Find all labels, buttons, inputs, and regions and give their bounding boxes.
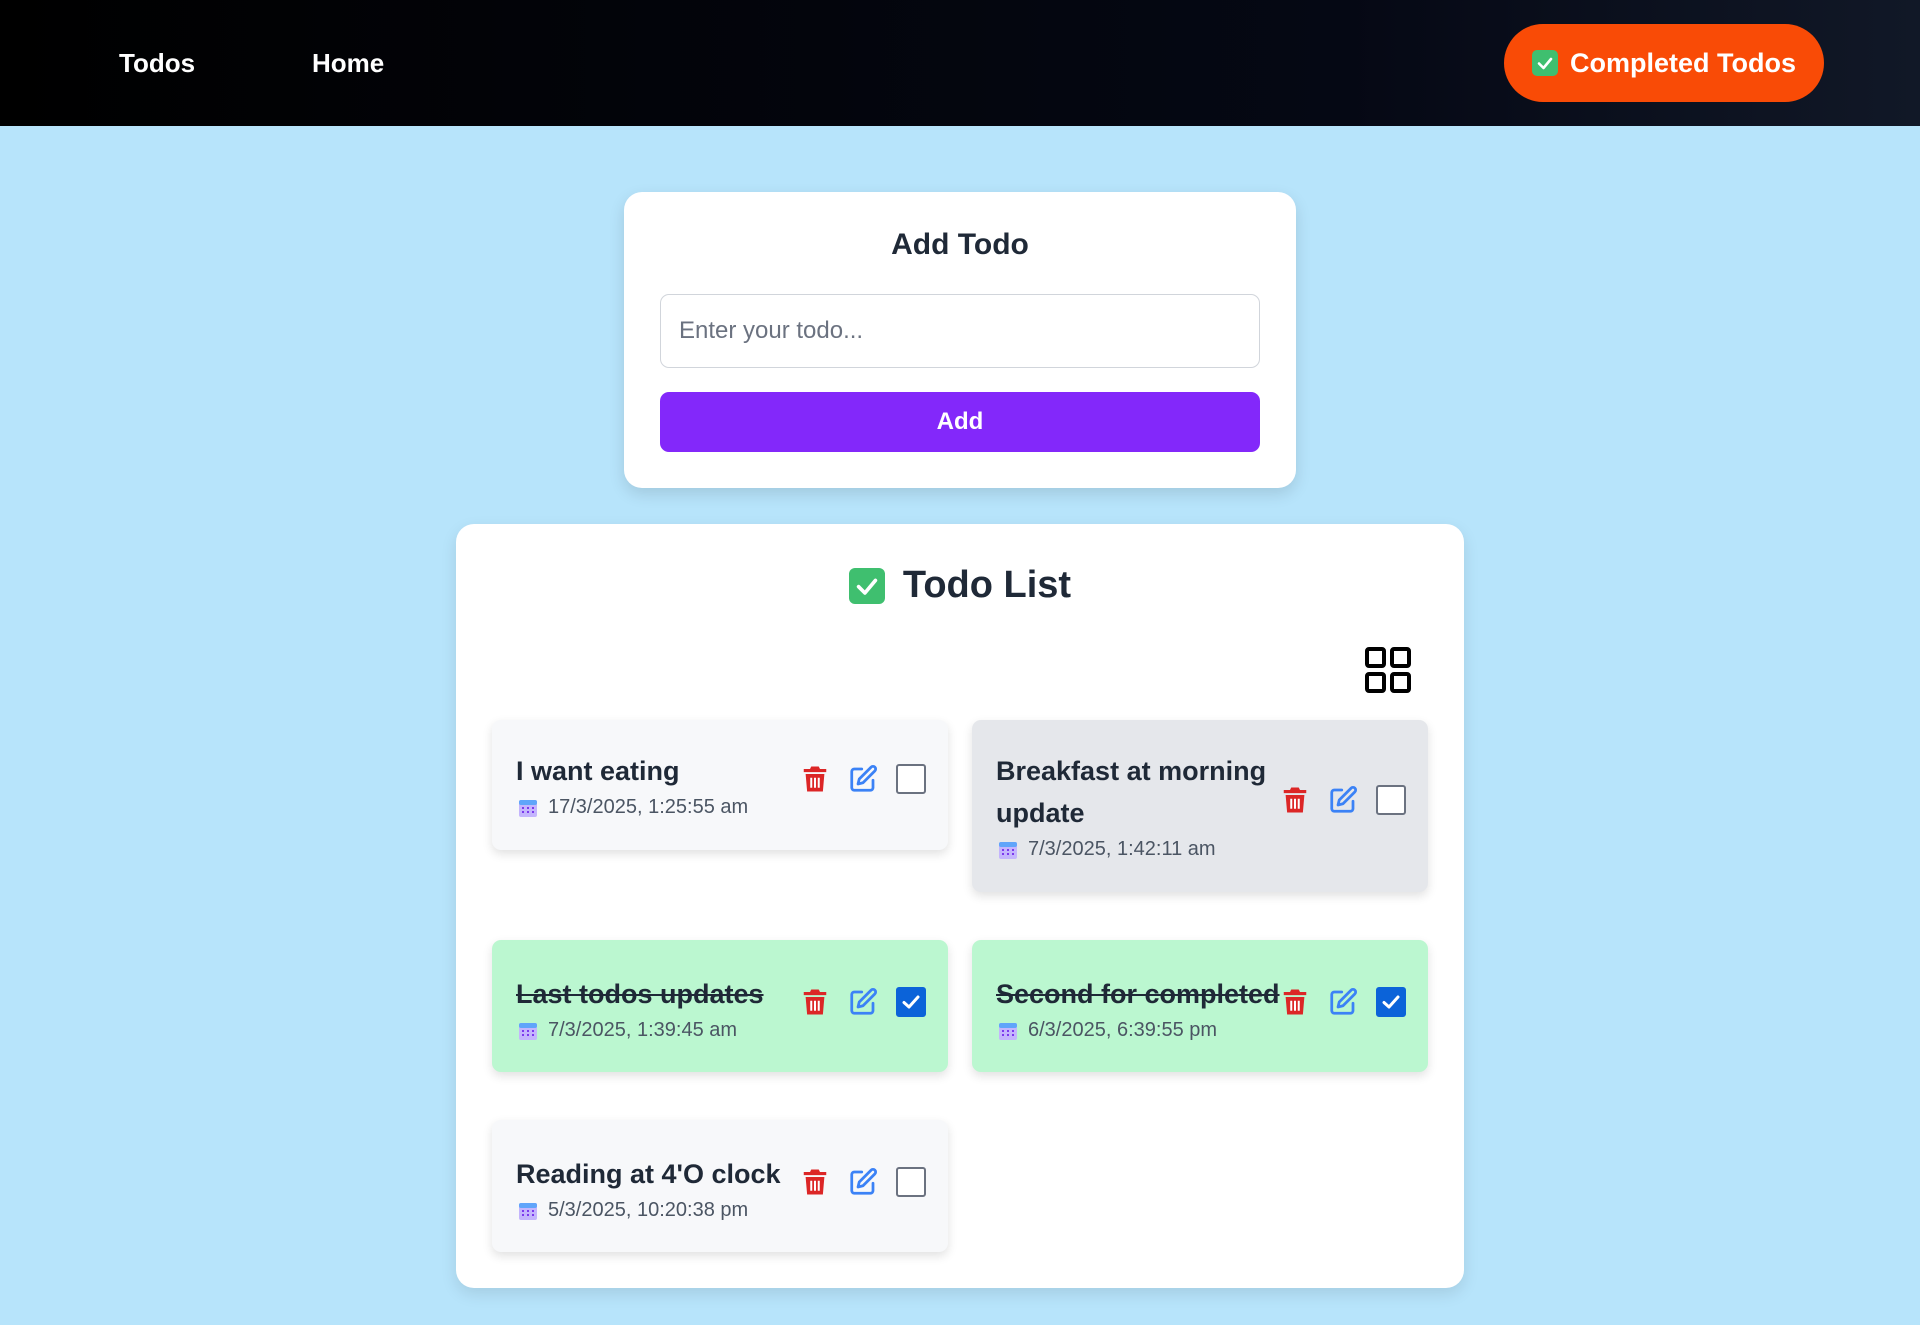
todo-date: 6/3/2025, 6:39:55 pm — [998, 1019, 1217, 1042]
calendar-icon — [519, 1202, 537, 1220]
checkmark-icon — [902, 995, 920, 1009]
edit-icon[interactable] — [848, 1167, 878, 1197]
complete-checkbox[interactable] — [896, 764, 926, 794]
todo-date: 17/3/2025, 1:25:55 am — [518, 796, 748, 819]
todo-item: Breakfast at morning update 7/3/2025, 1:… — [972, 720, 1428, 892]
add-todo-title: Add Todo — [891, 228, 1029, 261]
todo-item: I want eating 17/3/2025, 1:25:55 am — [492, 720, 948, 850]
trash-icon[interactable] — [800, 764, 830, 794]
edit-icon[interactable] — [848, 987, 878, 1017]
completed-todos-button[interactable]: Completed Todos — [1504, 24, 1824, 102]
edit-icon[interactable] — [1328, 987, 1358, 1017]
todo-list-card: Todo List I want eating 17/3/2025, 1:25:… — [456, 524, 1464, 1288]
todo-item: Second for completed 6/3/2025, 6:39:55 p… — [972, 940, 1428, 1072]
trash-icon[interactable] — [1280, 785, 1310, 815]
todo-date: 7/3/2025, 1:42:11 am — [998, 838, 1216, 861]
todo-date-text: 7/3/2025, 1:42:11 am — [1028, 838, 1216, 860]
todo-date-text: 7/3/2025, 1:39:45 am — [548, 1019, 738, 1041]
grid-view-icon[interactable] — [1364, 646, 1412, 694]
todo-text: Last todos updates — [516, 979, 764, 1009]
nav-link-home[interactable]: Home — [312, 0, 384, 126]
todo-text: I want eating — [516, 756, 680, 786]
trash-icon[interactable] — [800, 987, 830, 1017]
completed-todos-label: Completed Todos — [1570, 47, 1796, 78]
calendar-icon — [999, 1022, 1017, 1040]
todo-date: 7/3/2025, 1:39:45 am — [518, 1019, 737, 1042]
calendar-icon — [999, 841, 1017, 859]
add-button[interactable]: Add — [660, 392, 1260, 452]
edit-icon[interactable] — [848, 764, 878, 794]
complete-checkbox[interactable] — [1376, 785, 1406, 815]
todo-list-title: Todo List — [902, 564, 1072, 606]
navbar: Todos Home Completed Todos — [0, 0, 1920, 126]
trash-icon[interactable] — [800, 1167, 830, 1197]
complete-checkbox[interactable] — [896, 1167, 926, 1197]
todo-input[interactable] — [660, 294, 1260, 368]
trash-icon[interactable] — [1280, 987, 1310, 1017]
todo-item: Last todos updates 7/3/2025, 1:39:45 am — [492, 940, 948, 1072]
add-todo-card: Add Todo Add — [624, 192, 1296, 488]
calendar-icon — [519, 799, 537, 817]
check-emoji-icon — [848, 567, 885, 604]
todo-item: Reading at 4'O clock 5/3/2025, 10:20:38 … — [492, 1120, 948, 1252]
complete-checkbox[interactable] — [1376, 987, 1406, 1017]
todo-text: Breakfast at morning update — [996, 756, 1267, 828]
todo-date-text: 6/3/2025, 6:39:55 pm — [1028, 1019, 1218, 1041]
complete-checkbox[interactable] — [896, 987, 926, 1017]
todo-text: Reading at 4'O clock — [516, 1159, 781, 1189]
todo-date-text: 5/3/2025, 10:20:38 pm — [548, 1199, 749, 1221]
todo-text: Second for completed — [996, 979, 1280, 1009]
todo-date-text: 17/3/2025, 1:25:55 am — [548, 796, 749, 818]
todo-list-heading: Todo List — [456, 564, 1464, 607]
nav-link-todos[interactable]: Todos — [119, 0, 195, 126]
check-emoji-icon — [1532, 50, 1558, 76]
todo-date: 5/3/2025, 10:20:38 pm — [518, 1199, 748, 1222]
checkmark-icon — [1382, 995, 1400, 1009]
edit-icon[interactable] — [1328, 785, 1358, 815]
calendar-icon — [519, 1022, 537, 1040]
